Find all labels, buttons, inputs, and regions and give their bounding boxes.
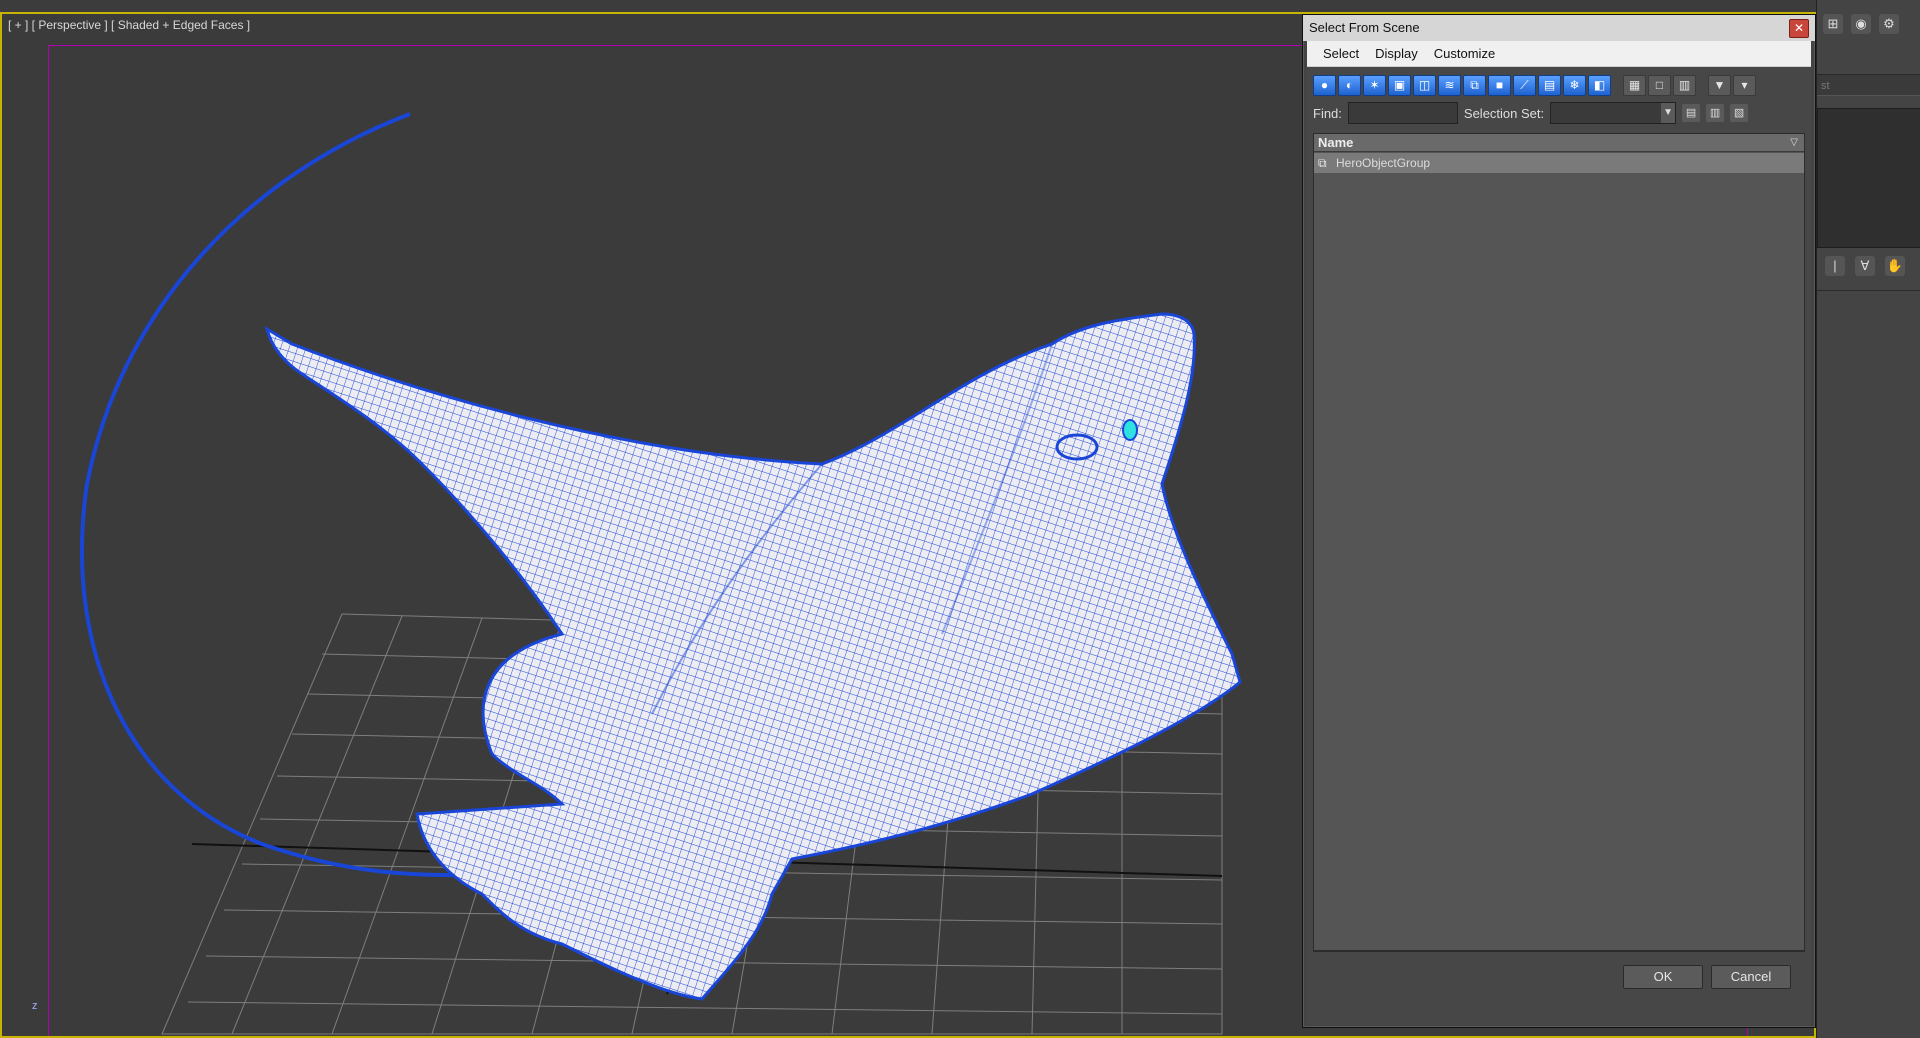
sort-icon[interactable]: ▽: [1790, 134, 1798, 152]
footer-divider: [1313, 951, 1805, 952]
display-groups-icon[interactable]: ⧉: [1463, 74, 1486, 96]
utility-icon[interactable]: ⚙: [1879, 14, 1899, 34]
ok-button[interactable]: OK: [1623, 965, 1703, 989]
selection-set-label: Selection Set:: [1463, 105, 1545, 121]
menu-display[interactable]: Display: [1369, 43, 1424, 64]
create-selection-set-icon[interactable]: ▤: [1682, 104, 1701, 122]
dialog-body: Select Display Customize ● ◐ ✶ ▣ ◫ ≋ ⧉ ■…: [1307, 41, 1811, 1025]
stack-tools: | ∀ ✋: [1817, 256, 1920, 280]
find-label: Find:: [1313, 105, 1342, 121]
name-header-label: Name: [1318, 135, 1354, 150]
display-bones-icon[interactable]: ⟋: [1513, 74, 1536, 96]
hand-icon[interactable]: ✋: [1885, 256, 1905, 276]
display-hidden-icon[interactable]: ◧: [1588, 74, 1611, 96]
close-icon[interactable]: ✕: [1789, 19, 1809, 38]
menu-customize[interactable]: Customize: [1428, 43, 1501, 64]
select-invert-icon[interactable]: ▥: [1673, 74, 1696, 96]
dialog-footer: OK Cancel: [1307, 951, 1811, 1025]
command-panel: ⊞ ◉ ⚙ st | ∀ ✋: [1816, 0, 1920, 1038]
cancel-button[interactable]: Cancel: [1711, 965, 1791, 989]
menu-select[interactable]: Select: [1317, 43, 1365, 64]
display-spacewarps-icon[interactable]: ≋: [1438, 74, 1461, 96]
group-icon: ⧉: [1318, 156, 1327, 170]
display-cameras-icon[interactable]: ▣: [1388, 74, 1411, 96]
display-shapes-icon[interactable]: ◐: [1338, 74, 1361, 96]
name-column-header[interactable]: Name ▽: [1314, 134, 1804, 152]
select-from-scene-dialog: Select From Scene ✕ Select Display Custo…: [1302, 14, 1816, 1028]
select-all-icon[interactable]: ▦: [1623, 74, 1646, 96]
select-none-icon[interactable]: □: [1648, 74, 1671, 96]
command-panel-tabs: ⊞ ◉ ⚙: [1817, 14, 1920, 38]
modifier-list-field[interactable]: st: [1817, 74, 1920, 96]
selection-set-dropdown[interactable]: ▼: [1550, 102, 1677, 124]
display-filter-toolbar: ● ◐ ✶ ▣ ◫ ≋ ⧉ ■ ⟋ ▤ ❄ ◧ ▦ □ ▥ ▼ ▾: [1313, 73, 1805, 97]
dialog-menubar: Select Display Customize: [1307, 41, 1811, 67]
display-geometry-icon[interactable]: ●: [1313, 74, 1336, 96]
modifier-stack[interactable]: [1817, 108, 1920, 248]
axis-label: z: [32, 1000, 38, 1012]
chevron-down-icon[interactable]: ▼: [1661, 103, 1676, 123]
list-item-name: HeroObjectGroup: [1336, 156, 1431, 170]
display-containers-icon[interactable]: ▤: [1538, 74, 1561, 96]
panel-divider: [1817, 290, 1920, 291]
display-lights-icon[interactable]: ✶: [1363, 74, 1386, 96]
pin-icon[interactable]: |: [1825, 256, 1845, 276]
filter-icon[interactable]: ▼: [1708, 74, 1731, 96]
list-item[interactable]: ⧉ HeroObjectGroup: [1314, 153, 1804, 173]
scene-object-list[interactable]: Name ▽ ⧉ HeroObjectGroup: [1313, 133, 1805, 951]
dialog-title: Select From Scene: [1309, 20, 1420, 35]
find-row: Find: Selection Set: ▼ ▤ ▥ ▧: [1313, 101, 1805, 125]
display-xrefs-icon[interactable]: ■: [1488, 74, 1511, 96]
delete-selection-set-icon[interactable]: ▧: [1730, 104, 1749, 122]
display-frozen-icon[interactable]: ❄: [1563, 74, 1586, 96]
motion-icon[interactable]: ◉: [1851, 14, 1871, 34]
edit-selection-set-icon[interactable]: ▥: [1706, 104, 1725, 122]
find-input[interactable]: [1347, 102, 1458, 124]
dialog-content: ● ◐ ✶ ▣ ◫ ≋ ⧉ ■ ⟋ ▤ ❄ ◧ ▦ □ ▥ ▼ ▾ Find: …: [1307, 67, 1811, 1025]
filter-options-icon[interactable]: ▾: [1733, 74, 1756, 96]
display-helpers-icon[interactable]: ◫: [1413, 74, 1436, 96]
dialog-title-bar[interactable]: Select From Scene ✕: [1303, 15, 1815, 41]
unique-icon[interactable]: ∀: [1855, 256, 1875, 276]
hierarchy-icon[interactable]: ⊞: [1823, 14, 1843, 34]
